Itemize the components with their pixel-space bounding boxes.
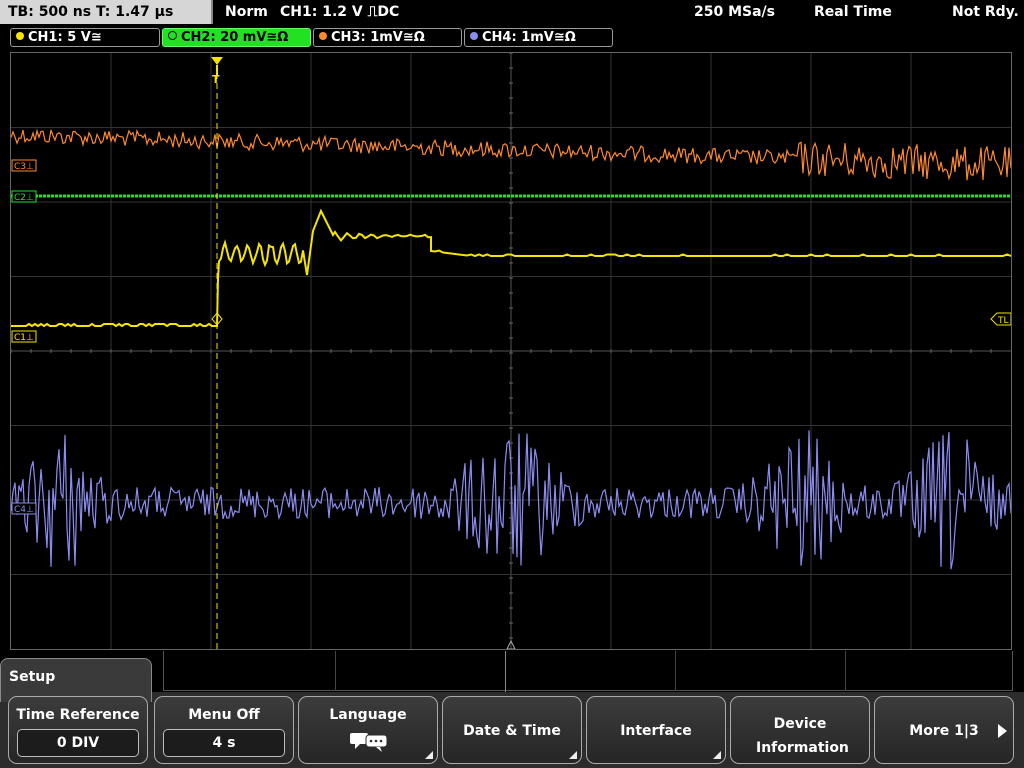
ch3-indicator-icon	[319, 32, 327, 40]
ch4-indicator-icon	[470, 32, 478, 40]
softkey-menu-off[interactable]: Menu Off 4 s	[154, 696, 294, 764]
softkey-more[interactable]: More 1|3	[874, 696, 1014, 764]
strip-divider	[675, 651, 676, 691]
acquisition-mode: Real Time	[814, 4, 892, 20]
timebase-readout[interactable]: TB: 500 ns T: 1.47 µs	[0, 0, 213, 24]
graticule-grid	[11, 53, 1011, 649]
overview-strip	[163, 651, 1013, 691]
softkey-device-information[interactable]: Device Information	[730, 696, 870, 764]
submenu-indicator-icon	[713, 751, 721, 759]
strip-divider	[845, 651, 846, 691]
submenu-indicator-icon	[569, 751, 577, 759]
trigger-mode[interactable]: Norm	[225, 0, 268, 24]
waveform-display[interactable]: T C3⊥ C2⊥ C1⊥ C4⊥ TL	[10, 52, 1012, 650]
speech-bubbles-icon	[350, 733, 388, 752]
channel-tab-ch4[interactable]: CH4: 1mV≅Ω	[464, 28, 613, 47]
channel-tab-ch2[interactable]: CH2: 20 mV≅Ω	[162, 28, 311, 47]
channel-tab-ch3[interactable]: CH3: 1mV≅Ω	[313, 28, 462, 47]
ch4-label: CH4: 1mV≅Ω	[482, 30, 576, 45]
strip-divider	[335, 651, 336, 691]
softkey-interface[interactable]: Interface	[586, 696, 726, 764]
trigger-position-label: T	[212, 73, 220, 86]
softkey-time-reference[interactable]: Time Reference 0 DIV	[8, 696, 148, 764]
ch2-ground-label: C2⊥	[14, 193, 34, 203]
softkey-label: Language	[329, 707, 407, 723]
softkey-label: Time Reference	[16, 707, 140, 723]
softkey-label: Device Information	[756, 716, 849, 756]
softkey-date-time[interactable]: Date & Time	[442, 696, 582, 764]
channel-tab-ch1[interactable]: CH1: 5 V≅	[10, 28, 160, 47]
softkey-label: Menu Off	[188, 707, 260, 723]
ch2-label: CH2: 20 mV≅Ω	[181, 30, 289, 45]
submenu-indicator-icon	[425, 751, 433, 759]
ch1-ground-label: C1⊥	[14, 333, 34, 343]
softkey-language[interactable]: Language	[298, 696, 438, 764]
ch2-indicator-icon	[168, 31, 177, 40]
ch3-label: CH3: 1mV≅Ω	[331, 30, 425, 45]
softkey-label: Interface	[620, 723, 692, 739]
ch1-indicator-icon	[16, 32, 24, 40]
menu-off-value: 4 s	[163, 729, 285, 757]
ch4-ground-label: C4⊥	[14, 505, 34, 515]
waveform-canvas: T C3⊥ C2⊥ C1⊥ C4⊥ TL	[11, 53, 1011, 649]
next-page-arrow-icon	[998, 724, 1007, 738]
ch1-label: CH1: 5 V≅	[28, 30, 102, 45]
run-state: Not Rdy.	[952, 4, 1019, 20]
strip-center-divider	[505, 651, 506, 692]
ch3-ground-label: C3⊥	[14, 162, 34, 172]
trigger-readout[interactable]: CH1: 1.2 V ⎍DC	[280, 0, 399, 24]
softkey-label: More 1|3	[909, 723, 979, 739]
trigger-level-label: TL	[997, 316, 1009, 326]
softkey-label: Date & Time	[463, 723, 561, 739]
sample-rate: 250 MSa/s	[694, 4, 776, 20]
time-reference-value: 0 DIV	[17, 729, 139, 757]
